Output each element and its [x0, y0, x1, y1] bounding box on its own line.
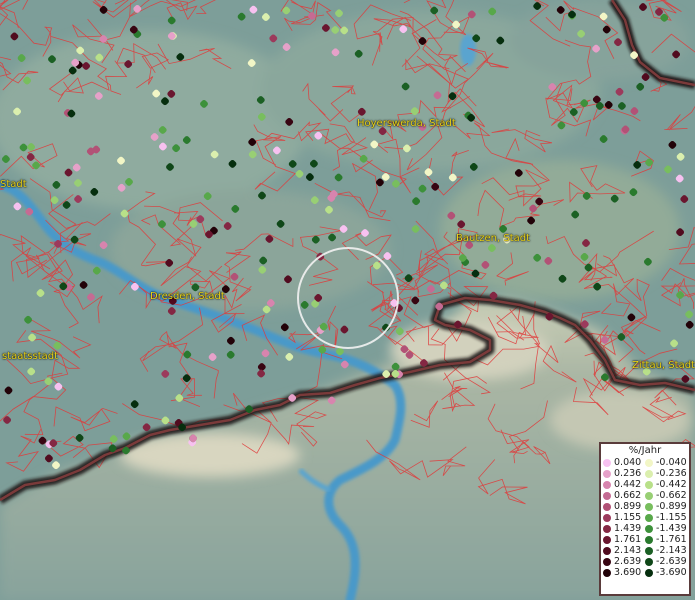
legend-entry-pos: 1.439 [603, 523, 645, 534]
legend-entry-pos: 0.040 [603, 457, 645, 468]
legend-row: 1.155 -1.155 [603, 512, 687, 523]
legend-value: 0.040 [614, 457, 642, 468]
legend-entry-neg: -2.639 [645, 556, 687, 567]
legend-value: 2.143 [614, 545, 642, 556]
legend-swatch [603, 557, 611, 566]
legend-swatch [645, 568, 653, 577]
legend-entry-pos: 1.155 [603, 512, 645, 523]
legend-entry-pos: 1.761 [603, 534, 645, 545]
city-label-dresden: Dresden, Stadt [150, 291, 225, 302]
legend-value: 0.442 [614, 479, 642, 490]
legend-entry-neg: -0.040 [645, 457, 687, 468]
legend-row: 0.899 -0.899 [603, 501, 687, 512]
legend-row: 2.143 -2.143 [603, 545, 687, 556]
legend-value: -2.143 [656, 545, 687, 556]
legend-row: 0.040 -0.040 [603, 457, 687, 468]
legend-value: 1.439 [614, 523, 642, 534]
city-label-stadt-left: Stadt [0, 179, 27, 190]
legend-swatch [603, 513, 611, 522]
legend-value: -3.690 [656, 567, 687, 578]
legend-rows: 0.040 -0.040 0.236 -0.236 0.442 -0.442 0.662 -0… [601, 457, 689, 578]
legend-entry-neg: -0.442 [645, 479, 687, 490]
city-label-bautzen: Bautzen, Stadt [456, 233, 531, 244]
legend-row: 2.639 -2.639 [603, 556, 687, 567]
legend-swatch [603, 546, 611, 555]
legend-swatch [645, 458, 653, 467]
legend-value: 3.690 [614, 567, 642, 578]
legend-swatch [645, 502, 653, 511]
legend-entry-pos: 0.442 [603, 479, 645, 490]
legend-swatch [603, 524, 611, 533]
legend-swatch [645, 513, 653, 522]
legend-value: -1.439 [656, 523, 687, 534]
legend-swatch [645, 491, 653, 500]
legend-entry-neg: -1.439 [645, 523, 687, 534]
city-label-staatsstadt: staatsstadt [2, 351, 59, 362]
city-label-zittau: Zittau, Stadt [632, 360, 695, 371]
legend-swatch [645, 535, 653, 544]
legend-row: 0.442 -0.442 [603, 479, 687, 490]
legend-entry-pos: 2.639 [603, 556, 645, 567]
legend: %/Jahr 0.040 -0.040 0.236 -0.236 0.442 -0.442… [599, 442, 691, 596]
legend-swatch [645, 546, 653, 555]
legend-row: 1.439 -1.439 [603, 523, 687, 534]
legend-row: 3.690 -3.690 [603, 567, 687, 578]
legend-value: -0.040 [656, 457, 687, 468]
legend-value: -0.662 [656, 490, 687, 501]
legend-swatch [603, 458, 611, 467]
legend-swatch [603, 535, 611, 544]
legend-swatch [603, 491, 611, 500]
legend-entry-neg: -1.155 [645, 512, 687, 523]
legend-entry-pos: 0.899 [603, 501, 645, 512]
map-canvas[interactable] [0, 0, 695, 600]
legend-entry-neg: -1.761 [645, 534, 687, 545]
legend-value: -0.442 [656, 479, 687, 490]
legend-entry-pos: 2.143 [603, 545, 645, 556]
legend-entry-neg: -0.662 [645, 490, 687, 501]
legend-row: 0.662 -0.662 [603, 490, 687, 501]
legend-entry-neg: -0.899 [645, 501, 687, 512]
legend-entry-pos: 0.662 [603, 490, 645, 501]
legend-value: 0.899 [614, 501, 642, 512]
legend-entry-neg: -0.236 [645, 468, 687, 479]
legend-entry-neg: -3.690 [645, 567, 687, 578]
legend-swatch [603, 469, 611, 478]
legend-value: 0.236 [614, 468, 642, 479]
legend-value: -0.236 [656, 468, 687, 479]
legend-value: 1.155 [614, 512, 642, 523]
legend-swatch [645, 480, 653, 489]
legend-value: -1.761 [656, 534, 687, 545]
legend-entry-pos: 3.690 [603, 567, 645, 578]
legend-swatch [603, 480, 611, 489]
legend-row: 1.761 -1.761 [603, 534, 687, 545]
legend-value: 1.761 [614, 534, 642, 545]
legend-swatch [645, 469, 653, 478]
legend-value: -0.899 [656, 501, 687, 512]
legend-swatch [645, 524, 653, 533]
legend-value: -2.639 [656, 556, 687, 567]
city-label-hoyerswerda: Hoyerswerda, Stadt [357, 118, 456, 129]
legend-value: -1.155 [656, 512, 687, 523]
legend-entry-pos: 0.236 [603, 468, 645, 479]
legend-swatch [603, 568, 611, 577]
legend-value: 0.662 [614, 490, 642, 501]
legend-title: %/Jahr [628, 445, 662, 456]
legend-row: 0.236 -0.236 [603, 468, 687, 479]
legend-value: 2.639 [614, 556, 642, 567]
legend-swatch [603, 502, 611, 511]
legend-swatch [645, 557, 653, 566]
legend-entry-neg: -2.143 [645, 545, 687, 556]
